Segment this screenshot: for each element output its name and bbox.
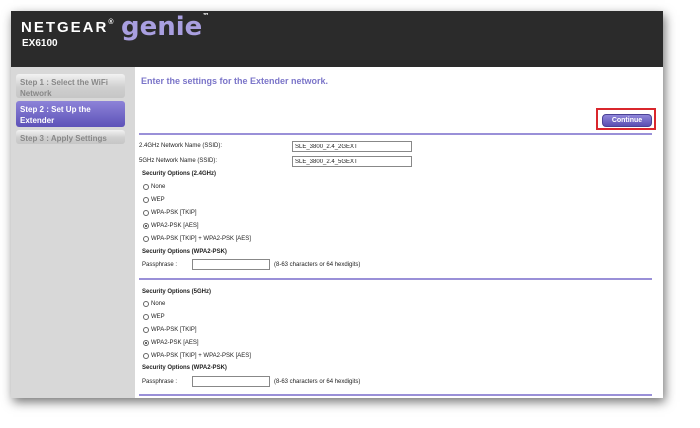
radio-5-wpa-wpa2-mixed[interactable]: [143, 353, 149, 359]
radio-24-wep-label: WEP: [151, 197, 165, 203]
radio-24-none[interactable]: [143, 184, 149, 190]
sidebar-step-apply-settings[interactable]: Step 3 : Apply Settings: [16, 130, 125, 144]
divider: [139, 278, 652, 280]
radio-5-wep-label: WEP: [151, 314, 165, 320]
radio-5-wpa2-aes[interactable]: [143, 340, 149, 346]
radio-24-wpa-tkip[interactable]: [143, 210, 149, 216]
ssid-5-input[interactable]: [292, 156, 412, 167]
ssid-24-input[interactable]: [292, 141, 412, 152]
radio-24-wpa-tkip-label: WPA-PSK [TKIP]: [151, 210, 197, 216]
passphrase-24-label: Passphrase :: [142, 262, 178, 268]
header-bar: NETGEAR® genie™ EX6100: [11, 11, 663, 67]
sidebar-step-set-up-extender[interactable]: Step 2 : Set Up the Extender: [16, 101, 125, 127]
radio-24-wpa2-aes[interactable]: [143, 223, 149, 229]
passphrase-5-label: Passphrase :: [142, 379, 178, 385]
radio-5-wpa-wpa2-mixed-label: WPA-PSK [TKIP] + WPA2-PSK [AES]: [151, 353, 251, 359]
product-trademark: ™: [202, 12, 210, 20]
radio-24-none-label: None: [151, 184, 166, 190]
passphrase-5-input[interactable]: [192, 376, 270, 387]
security-5-heading: Security Options (5GHz): [142, 289, 212, 295]
main-content: Enter the settings for the Extender netw…: [135, 67, 663, 398]
radio-5-wpa2-aes-label: WPA2-PSK [AES]: [151, 340, 199, 346]
radio-24-wep[interactable]: [143, 197, 149, 203]
radio-5-wpa-tkip[interactable]: [143, 327, 149, 333]
radio-5-wep[interactable]: [143, 314, 149, 320]
brand-registered-mark: ®: [108, 19, 114, 26]
security-24-subheading: Security Options (WPA2-PSK): [142, 249, 227, 255]
security-5-subheading: Security Options (WPA2-PSK): [142, 365, 227, 371]
model-name: EX6100: [22, 38, 58, 49]
ssid-24-label: 2.4GHz Network Name (SSID):: [139, 143, 223, 149]
continue-button[interactable]: Continue: [602, 114, 652, 127]
netgear-logo: NETGEAR®: [21, 19, 114, 36]
product-text: genie: [121, 12, 203, 42]
radio-5-wpa-tkip-label: WPA-PSK [TKIP]: [151, 327, 197, 333]
sidebar: Step 1 : Select the WiFi Network Step 2 …: [11, 67, 135, 398]
radio-5-none-label: None: [151, 301, 166, 307]
radio-24-wpa2-aes-label: WPA2-PSK [AES]: [151, 223, 199, 229]
passphrase-24-hint: (8-63 characters or 64 hexdigits): [274, 262, 361, 268]
radio-24-wpa-wpa2-mixed-label: WPA-PSK [TKIP] + WPA2-PSK [AES]: [151, 236, 251, 242]
ssid-5-label: 5GHz Network Name (SSID):: [139, 158, 218, 164]
brand-text: NETGEAR: [21, 19, 109, 36]
passphrase-24-input[interactable]: [192, 259, 270, 270]
radio-24-wpa-wpa2-mixed[interactable]: [143, 236, 149, 242]
browser-frame: NETGEAR® genie™ EX6100 Step 1 : Select t…: [11, 11, 663, 398]
divider: [139, 394, 652, 396]
radio-5-none[interactable]: [143, 301, 149, 307]
page-instruction: Enter the settings for the Extender netw…: [141, 76, 329, 86]
passphrase-5-hint: (8-63 characters or 64 hexdigits): [274, 379, 361, 385]
genie-logo: genie™: [121, 12, 209, 42]
sidebar-step-select-network[interactable]: Step 1 : Select the WiFi Network: [16, 74, 125, 98]
security-24-heading: Security Options (2.4GHz): [142, 171, 217, 177]
divider: [139, 133, 652, 135]
